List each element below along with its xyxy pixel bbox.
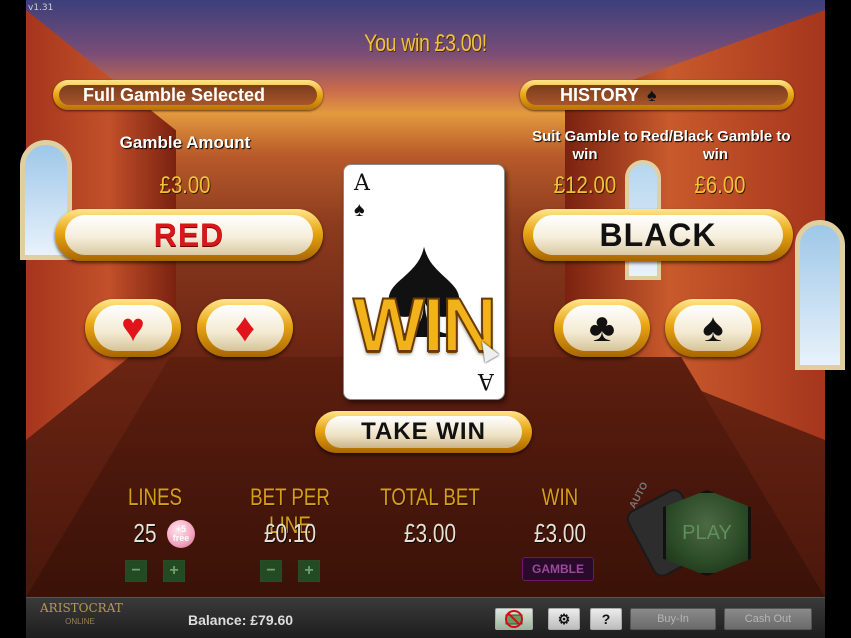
gamble-amount-value: £3.00 xyxy=(159,172,211,199)
take-win-button[interactable]: TAKE WIN xyxy=(315,411,532,453)
lines-plus-button[interactable]: + xyxy=(163,560,185,582)
hearts-button[interactable]: ♥ xyxy=(85,299,181,357)
play-controls: AUTO PLAY xyxy=(623,480,755,581)
buy-in-button[interactable]: Buy-In xyxy=(630,608,716,630)
balance-display: Balance: £79.60 xyxy=(188,612,294,628)
heart-icon: ♥ xyxy=(94,305,172,351)
black-button-label: BLACK xyxy=(533,215,783,255)
spade-icon: ♠ xyxy=(647,84,657,105)
bet-plus-button[interactable]: + xyxy=(298,560,320,582)
take-win-label: TAKE WIN xyxy=(325,416,522,448)
diamonds-button[interactable]: ♦ xyxy=(197,299,293,357)
free-lines-badge: +5 free xyxy=(167,520,195,548)
total-bet-label: TOTAL BET xyxy=(380,484,480,511)
aristocrat-logo: ARISTOCRAT ONLINE xyxy=(40,601,123,634)
suit-gamble-value: £12.00 xyxy=(553,172,617,199)
total-bet-value: £3.00 xyxy=(403,518,457,548)
lines-value: 25 xyxy=(133,518,157,548)
help-button[interactable]: ? xyxy=(590,608,622,630)
red-button[interactable]: RED xyxy=(55,209,323,261)
black-button[interactable]: BLACK xyxy=(523,209,793,261)
settings-button[interactable]: ⚙ xyxy=(548,608,580,630)
right-window xyxy=(795,220,845,370)
cash-out-button[interactable]: Cash Out xyxy=(724,608,812,630)
history-button[interactable]: HISTORY ♠ xyxy=(520,80,794,110)
win-label: WIN xyxy=(541,484,579,511)
win-message: You win £3.00! xyxy=(364,30,487,57)
spades-button[interactable]: ♠ xyxy=(665,299,761,357)
spade-icon: ♠ xyxy=(674,305,752,351)
red-black-gamble-value: £6.00 xyxy=(694,172,746,199)
gamble-mode-bar[interactable]: Full Gamble Selected xyxy=(53,80,323,110)
version-label: v1.31 xyxy=(28,3,54,13)
gamble-button[interactable]: GAMBLE xyxy=(522,557,594,581)
bet-per-line-value: £0.10 xyxy=(263,518,317,548)
lines-label: LINES xyxy=(127,484,183,511)
play-button[interactable]: PLAY xyxy=(663,490,751,576)
logo-sub: ONLINE xyxy=(65,617,95,626)
club-icon: ♣ xyxy=(563,305,641,351)
logo-main: ARISTOCRAT xyxy=(40,601,123,615)
gear-icon: ⚙ xyxy=(557,610,571,627)
no-cash-icon-svg xyxy=(505,610,523,628)
clubs-button[interactable]: ♣ xyxy=(554,299,650,357)
card-rank-top: A xyxy=(354,171,370,196)
play-label: PLAY xyxy=(682,521,732,544)
no-cash-icon[interactable] xyxy=(495,608,533,630)
win-value: £3.00 xyxy=(533,518,587,548)
card-rank-bottom: A xyxy=(478,368,494,393)
bet-minus-button[interactable]: − xyxy=(260,560,282,582)
diamond-icon: ♦ xyxy=(206,305,284,351)
history-label: HISTORY xyxy=(560,84,640,105)
lines-minus-button[interactable]: − xyxy=(125,560,147,582)
gamble-amount-label: Gamble Amount xyxy=(119,133,251,152)
help-icon: ? xyxy=(601,611,611,627)
suit-gamble-label: Suit Gamble to win xyxy=(532,128,638,163)
gamble-mode-label: Full Gamble Selected xyxy=(83,84,266,105)
red-button-label: RED xyxy=(65,215,313,255)
red-black-gamble-label: Red/Black Gamble to win xyxy=(640,128,791,163)
